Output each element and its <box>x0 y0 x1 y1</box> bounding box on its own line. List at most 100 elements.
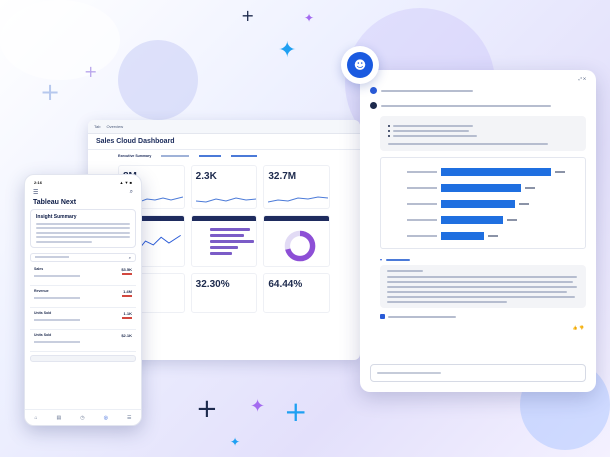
metric-delta <box>122 272 132 275</box>
text-placeholder <box>386 258 411 261</box>
metric-value: $2.1K <box>121 332 132 338</box>
bar <box>209 234 244 237</box>
filter-row[interactable]: ⌕ <box>30 252 136 262</box>
bar <box>209 246 238 249</box>
bar-value <box>506 219 517 221</box>
metric-delta <box>122 294 132 297</box>
kpi-value: 32.30% <box>195 279 230 290</box>
user-message <box>360 81 596 96</box>
more-icon[interactable]: ☰ <box>127 415 131 421</box>
list-icon[interactable]: ▤ <box>57 415 62 421</box>
bar-label <box>407 203 437 205</box>
kpi-card[interactable]: 2.3K <box>190 165 258 209</box>
dashboard-title: Sales Cloud Dashboard <box>88 134 360 150</box>
bot-message-intro <box>360 96 596 111</box>
tab-placeholder[interactable] <box>231 155 258 157</box>
thumbs-icons[interactable]: 👍 👎 <box>573 325 584 330</box>
agent-avatar-icon: ☻ <box>347 52 373 78</box>
text-placeholder <box>387 301 507 303</box>
status-time: 2:16 <box>34 180 43 185</box>
background-blob <box>118 40 198 120</box>
tab-placeholder[interactable] <box>199 155 222 157</box>
metric-name: Revenue <box>34 288 49 293</box>
text-placeholder <box>36 240 93 243</box>
status-bar: 2:16 ▲ ▼ ■ <box>25 175 141 187</box>
metric-value: $3.5K <box>121 266 132 272</box>
phone-header: ☰ ⌕ <box>25 187 141 198</box>
bot-avatar <box>370 102 377 109</box>
bullet-item <box>388 135 578 137</box>
text-placeholder <box>387 281 573 283</box>
metric-row[interactable]: Sales $3.5K <box>30 264 136 286</box>
text-placeholder <box>34 274 80 277</box>
metric-value: 1.1K <box>123 310 132 316</box>
text-placeholder <box>36 231 130 234</box>
app-title: Tableau Next <box>33 199 77 206</box>
bar-label <box>407 187 437 189</box>
input-placeholder <box>377 372 441 374</box>
chat-header-actions: ⤢ ✕ <box>360 70 596 81</box>
filter-icon[interactable]: ⌕ <box>129 255 131 260</box>
bullet-item <box>388 130 578 132</box>
text-placeholder <box>387 270 423 272</box>
sparkle-decoration: ✦ <box>278 38 297 63</box>
product-bar-chart[interactable] <box>380 157 586 249</box>
bar-value <box>518 203 529 205</box>
history-icon[interactable]: ◷ <box>80 415 84 421</box>
sparkle-decoration: ✦ <box>230 435 241 449</box>
text-placeholder <box>387 276 577 278</box>
tab-placeholder[interactable] <box>161 155 190 157</box>
card-header <box>264 216 330 221</box>
agent-badge: ☻ <box>341 46 379 84</box>
source-icon <box>380 314 385 319</box>
bar-value <box>555 171 565 173</box>
text-placeholder <box>36 236 130 238</box>
menu-icon[interactable]: ☰ <box>33 189 38 196</box>
text-placeholder <box>36 222 130 225</box>
bar-label <box>407 219 437 221</box>
text-placeholder <box>34 340 80 343</box>
metric-row[interactable]: Units Sold 1.1K <box>30 308 136 330</box>
search-icon[interactable]: ⌕ <box>130 189 133 196</box>
plus-decoration: + <box>284 395 308 428</box>
sparkle-decoration: ✦ <box>250 396 266 417</box>
reasoning-toggle[interactable]: ▾ <box>380 257 586 262</box>
agent-icon[interactable]: ◎ <box>104 415 108 421</box>
expand-close-icons[interactable]: ⤢ ✕ <box>579 76 586 81</box>
donut-chart-card[interactable] <box>263 215 331 267</box>
text-placeholder <box>388 315 456 318</box>
bar-chart-card[interactable] <box>190 215 258 267</box>
plus-decoration: + <box>84 62 98 81</box>
plus-decoration: + <box>40 78 61 106</box>
kpi-card[interactable]: 32.30% <box>190 273 258 313</box>
insight-summary-card[interactable]: Insight Summary <box>30 209 136 248</box>
sparkline <box>195 197 256 203</box>
tab-executive-summary[interactable]: Executive Summary <box>118 154 151 158</box>
bar <box>441 168 551 176</box>
topbar-tab[interactable]: Overview <box>106 124 123 129</box>
reasoning-card <box>380 265 586 308</box>
bar-label <box>407 235 437 237</box>
kpi-card[interactable]: 32.7M <box>263 165 331 209</box>
kpi-card[interactable]: 64.44% <box>263 273 331 313</box>
donut-chart <box>285 230 316 262</box>
home-icon[interactable]: ⌂ <box>35 415 38 421</box>
metric-row[interactable]: Units Sold $2.1K <box>30 330 136 352</box>
bar <box>441 232 484 240</box>
bar <box>441 200 515 208</box>
sparkline <box>268 196 329 203</box>
plus-decoration: + <box>241 6 255 25</box>
bar <box>209 252 232 255</box>
bar-value <box>525 187 536 189</box>
bar-label <box>407 171 437 173</box>
metric-name: Units Sold <box>34 310 52 315</box>
phone-input[interactable] <box>30 354 136 362</box>
kpi-value: 64.44% <box>268 279 303 290</box>
bar <box>441 184 522 192</box>
text-placeholder <box>34 318 80 321</box>
user-avatar <box>370 87 377 94</box>
topbar-tab[interactable]: Tab <box>94 124 100 129</box>
bar <box>209 228 250 231</box>
metric-row[interactable]: Revenue 1.4M <box>30 286 136 308</box>
chat-input[interactable] <box>370 364 586 382</box>
